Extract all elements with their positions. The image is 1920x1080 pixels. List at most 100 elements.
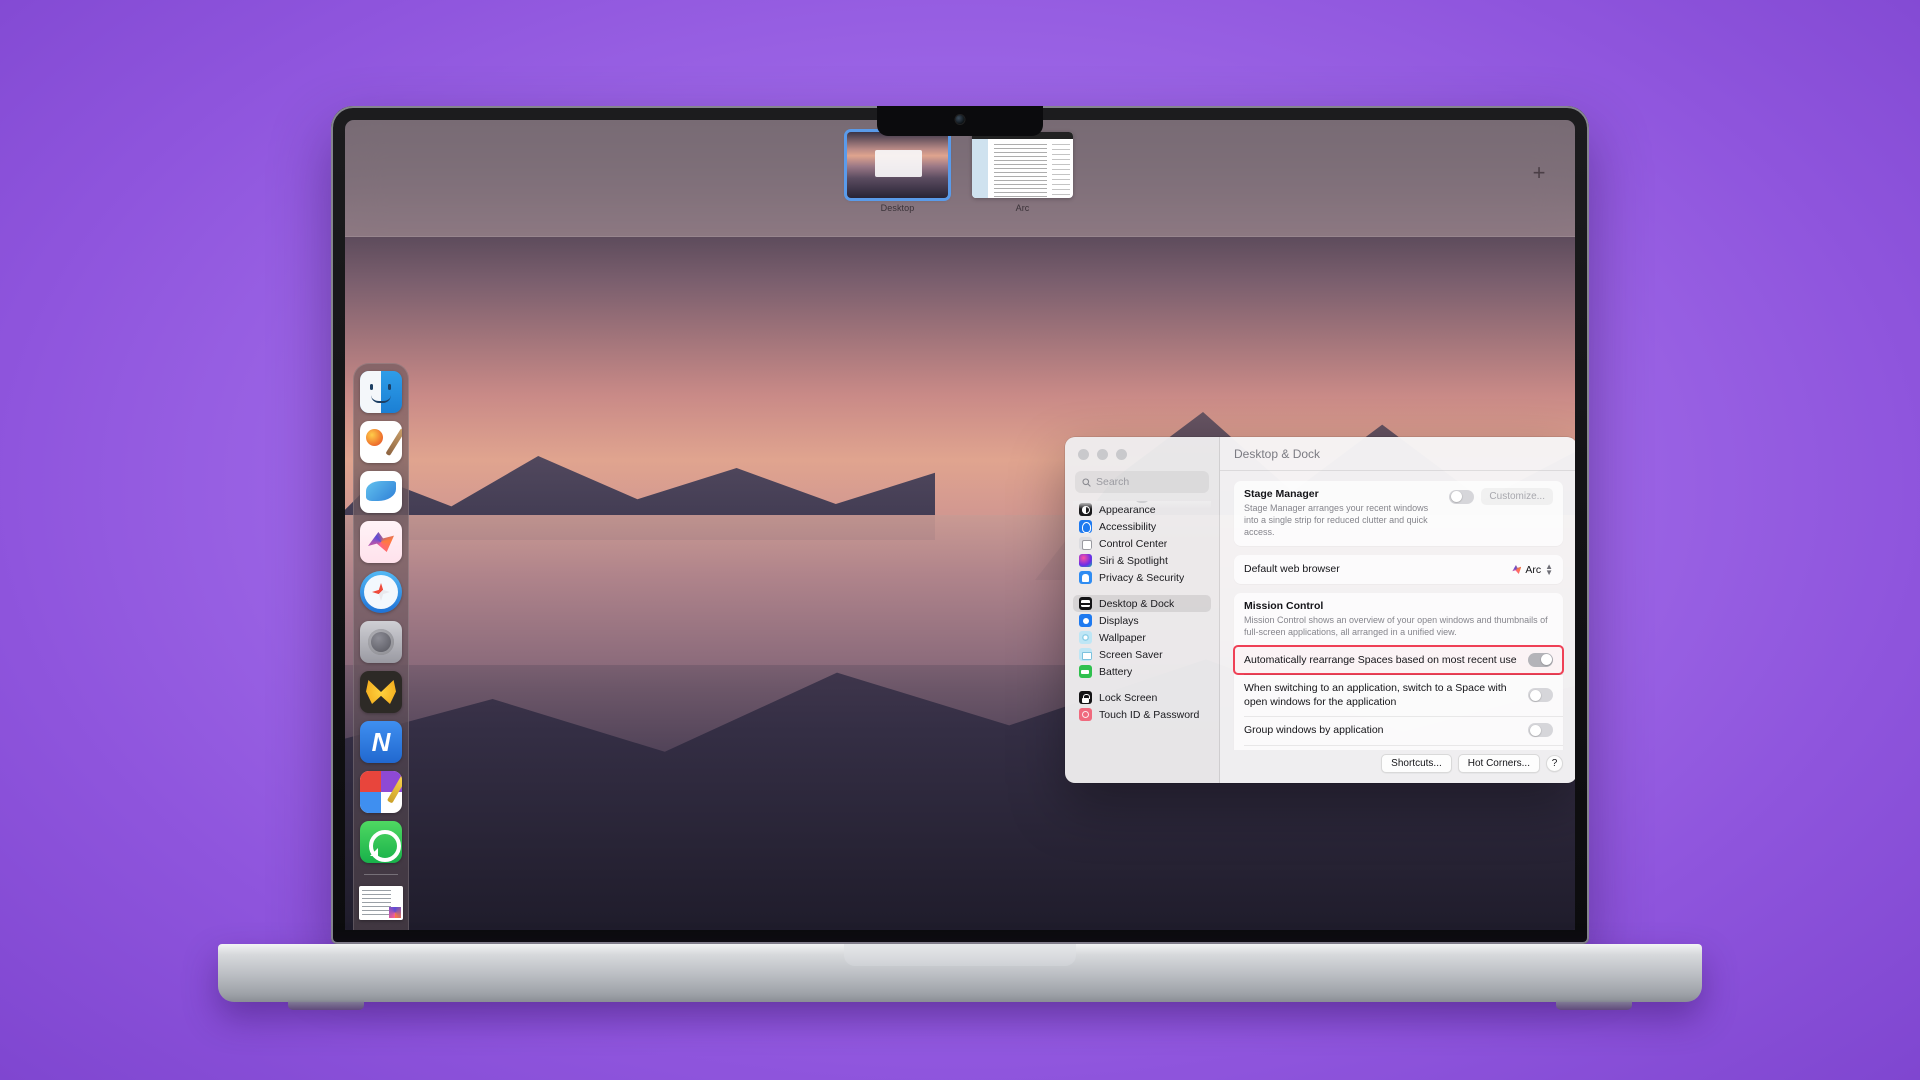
- search-field[interactable]: [1075, 471, 1209, 493]
- settings-detail-pane: Desktop & Dock Stage Manager Stage Manag…: [1220, 437, 1575, 783]
- close-button[interactable]: [1078, 448, 1089, 460]
- window-traffic-lights: [1065, 437, 1219, 471]
- switch-to-space-toggle[interactable]: [1528, 688, 1553, 703]
- pane-header: Desktop & Dock: [1220, 437, 1575, 471]
- default-browser-row: Default web browser Arc ▲ ▼: [1234, 555, 1563, 583]
- page-title: Desktop & Dock: [1234, 446, 1321, 461]
- customize-button[interactable]: Customize...: [1481, 488, 1553, 505]
- dock-item-bird-app[interactable]: [360, 471, 402, 513]
- add-space-button[interactable]: +: [1527, 162, 1551, 186]
- search-input[interactable]: [1096, 476, 1202, 488]
- sidebar-group-divider: [1073, 586, 1211, 595]
- camera-icon: [955, 115, 965, 124]
- sidebar-item-label: Screen Saver: [1099, 648, 1163, 661]
- search-icon: [1082, 477, 1091, 487]
- stage-manager-card: Stage Manager Stage Manager arranges you…: [1234, 481, 1563, 547]
- zoom-button[interactable]: [1116, 448, 1127, 460]
- chevron-updown-icon: ▲ ▼: [1545, 562, 1553, 577]
- dock-item-arc[interactable]: [360, 521, 402, 563]
- row-switch-to-space: When switching to an application, switch…: [1234, 674, 1563, 716]
- minimize-button[interactable]: [1097, 448, 1108, 460]
- dock-item-whatsapp[interactable]: [360, 821, 402, 863]
- dock-item-system-settings[interactable]: [360, 621, 402, 663]
- default-browser-label: Default web browser: [1244, 563, 1340, 576]
- dock-item-document-file[interactable]: [359, 886, 403, 920]
- settings-category-list[interactable]: Appearance Accessibility Control Center …: [1065, 501, 1219, 783]
- sidebar-item-label: Lock Screen: [1099, 691, 1158, 704]
- row-label: Group windows by application: [1244, 724, 1384, 737]
- siri-icon: [1079, 554, 1092, 567]
- mission-control-spaces-bar: Desktop Arc +: [345, 120, 1575, 237]
- display-notch: [877, 106, 1043, 136]
- stage-manager-block: Stage Manager Stage Manager arranges you…: [1234, 481, 1563, 546]
- row-label: When switching to an application, switch…: [1244, 682, 1507, 709]
- dock-item-preview[interactable]: [360, 421, 402, 463]
- row-auto-rearrange-spaces: Automatically rearrange Spaces based on …: [1233, 644, 1564, 676]
- system-settings-window: Appearance Accessibility Control Center …: [1065, 437, 1575, 783]
- sidebar-group-divider: [1073, 680, 1211, 689]
- pane-footer: Shortcuts... Hot Corners... ?: [1220, 750, 1575, 783]
- space-label: Arc: [1015, 203, 1030, 213]
- sidebar-item-label: Displays: [1099, 614, 1139, 627]
- lock-screen-icon: [1079, 691, 1092, 704]
- sidebar-item-siri-spotlight[interactable]: Siri & Spotlight: [1073, 552, 1211, 569]
- default-browser-popup[interactable]: Arc ▲ ▼: [1512, 562, 1553, 577]
- auto-rearrange-spaces-toggle[interactable]: [1528, 652, 1553, 667]
- sidebar-item-screen-saver[interactable]: Screen Saver: [1073, 646, 1211, 663]
- sidebar-item-desktop-dock[interactable]: Desktop & Dock: [1073, 595, 1211, 612]
- sidebar-item-label: Privacy & Security: [1099, 571, 1185, 584]
- laptop-screen: Desktop Arc + N Search Appearance Access…: [345, 120, 1575, 930]
- sidebar-item-label: Accessibility: [1099, 520, 1157, 533]
- sidebar-item-wallpaper[interactable]: Wallpaper: [1073, 629, 1211, 646]
- space-thumbnail-arc[interactable]: [972, 132, 1073, 198]
- sidebar-item-displays[interactable]: Displays: [1073, 612, 1211, 629]
- stage-manager-toggle[interactable]: [1449, 489, 1475, 504]
- mission-control-heading: Mission Control: [1244, 599, 1324, 612]
- row-label: Automatically rearrange Spaces based on …: [1244, 653, 1517, 666]
- dock-item-notion[interactable]: [360, 721, 402, 763]
- screen-saver-icon: [1079, 648, 1092, 661]
- sidebar-item-label: Siri & Spotlight: [1099, 554, 1168, 567]
- sidebar-item-label: Touch ID & Password: [1099, 708, 1200, 721]
- mission-control-description: Mission Control shows an overview of you…: [1244, 614, 1548, 637]
- dock-item-safari[interactable]: [360, 571, 402, 613]
- stage-manager-heading: Stage Manager: [1244, 488, 1319, 500]
- spaces-list: Desktop Arc: [847, 132, 1073, 213]
- help-button[interactable]: ?: [1546, 755, 1563, 772]
- hot-corners-button[interactable]: Hot Corners...: [1457, 754, 1540, 773]
- touch-id-icon: [1079, 708, 1092, 721]
- dock-item-trash[interactable]: [360, 928, 402, 930]
- mission-control-block: Mission Control Mission Control shows an…: [1234, 593, 1563, 646]
- row-group-windows: Group windows by application: [1234, 716, 1563, 744]
- accessibility-icon: [1079, 520, 1092, 533]
- dock-item-butterfly-app[interactable]: [360, 671, 402, 713]
- sidebar-item-battery[interactable]: Battery: [1073, 663, 1211, 680]
- sidebar-item-label: Control Center: [1099, 537, 1168, 550]
- default-browser-card: Default web browser Arc ▲ ▼: [1234, 555, 1563, 584]
- laptop-base: [218, 944, 1702, 1010]
- sidebar-item-label: Wallpaper: [1099, 631, 1146, 644]
- group-windows-toggle[interactable]: [1528, 723, 1553, 738]
- wallpaper-icon: [1079, 631, 1092, 644]
- dock-item-finder[interactable]: [360, 371, 402, 413]
- default-browser-value: Arc: [1525, 563, 1542, 576]
- space-thumbnail-desktop[interactable]: [847, 132, 948, 198]
- sidebar-item-accessibility[interactable]: Accessibility: [1073, 518, 1211, 535]
- sidebar-item-privacy-security[interactable]: Privacy & Security: [1073, 569, 1211, 586]
- shortcuts-button[interactable]: Shortcuts...: [1381, 754, 1452, 773]
- dock-separator: [364, 874, 398, 875]
- space-arc[interactable]: Arc: [972, 132, 1073, 213]
- dock-item-iwork-stack[interactable]: [360, 771, 402, 813]
- row-separate-spaces: Displays have separate Spaces: [1234, 744, 1563, 750]
- sidebar-item-lock-screen[interactable]: Lock Screen: [1073, 689, 1211, 706]
- settings-sidebar: Appearance Accessibility Control Center …: [1065, 437, 1220, 783]
- pane-body: Stage Manager Stage Manager arranges you…: [1220, 471, 1575, 750]
- control-center-icon: [1079, 537, 1092, 550]
- sidebar-item-control-center[interactable]: Control Center: [1073, 535, 1211, 552]
- macbook-device: Desktop Arc + N Search Appearance Access…: [0, 0, 1920, 1080]
- space-desktop[interactable]: Desktop: [847, 132, 948, 213]
- desktop-dock-icon: [1079, 597, 1092, 610]
- sidebar-item-touch-id[interactable]: Touch ID & Password: [1073, 706, 1211, 723]
- arc-app-icon: [1512, 565, 1522, 574]
- dock: [353, 363, 409, 930]
